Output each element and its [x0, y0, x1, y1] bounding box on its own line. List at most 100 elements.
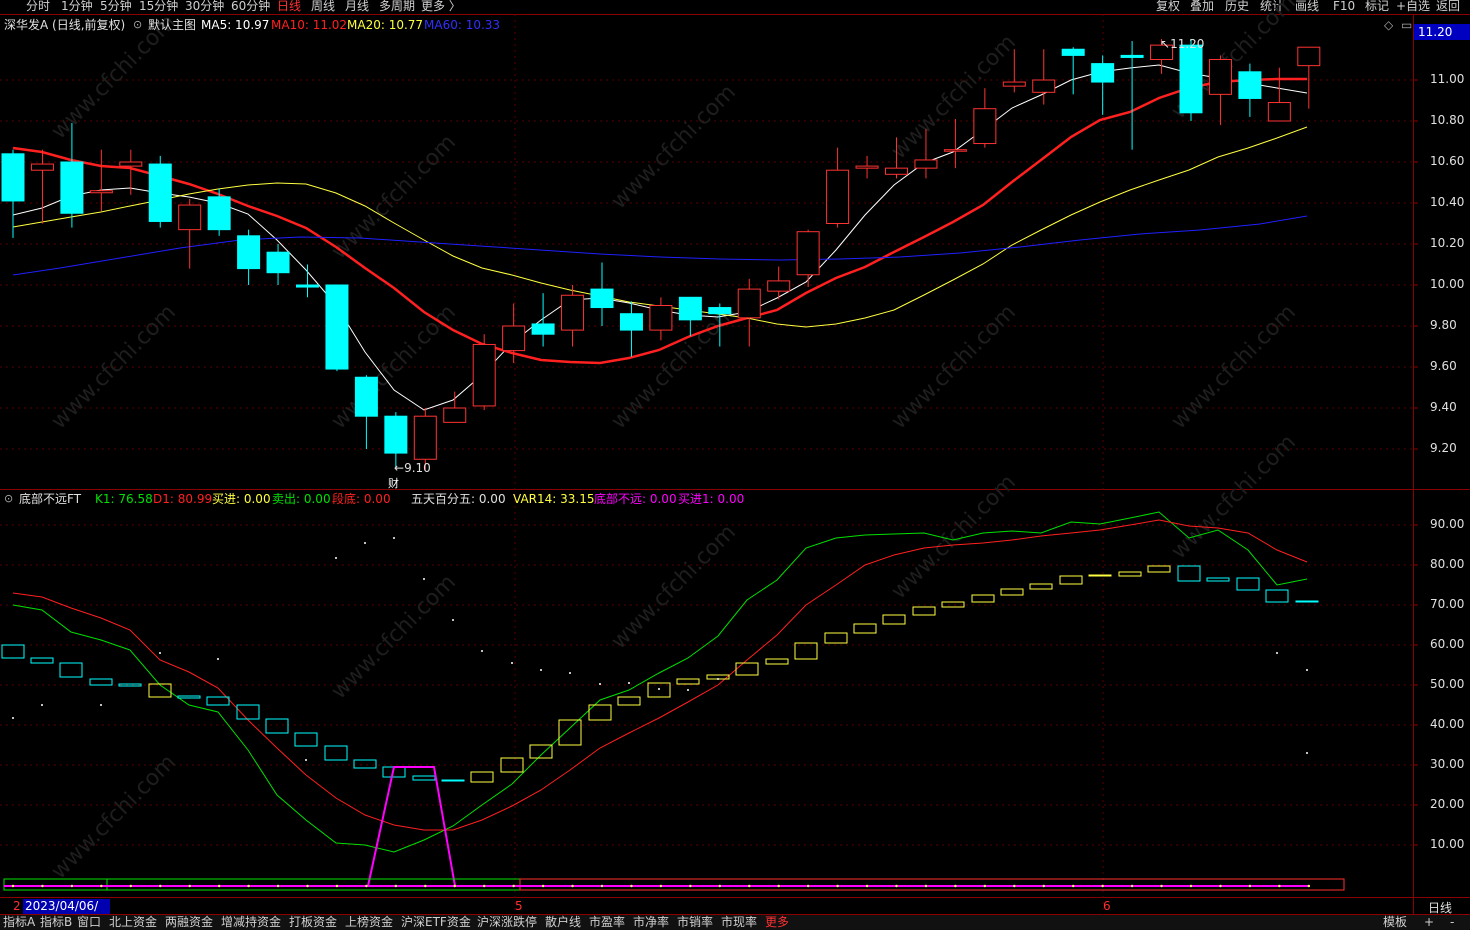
- current-price-tag: 11.20: [1414, 24, 1470, 40]
- indicator-y-tick-label: 30.00: [1430, 757, 1465, 771]
- signal-dot: [483, 884, 486, 888]
- tab-holding-change[interactable]: 增减持资金: [221, 915, 281, 930]
- signal-dot: [41, 884, 44, 888]
- signal-dot: [895, 884, 898, 888]
- main-y-tick-label: 11.00: [1430, 72, 1465, 86]
- indicator-y-tick-label: 70.00: [1430, 597, 1465, 611]
- signal-dot: [1278, 884, 1281, 888]
- indicator-name[interactable]: 底部不远FT: [19, 490, 81, 508]
- var14-box: [470, 771, 494, 783]
- var14-box: [882, 614, 906, 625]
- signal-dot: [424, 884, 427, 888]
- main-y-tick-label: 10.60: [1430, 154, 1465, 168]
- tab-northbound[interactable]: 北上资金: [109, 915, 157, 930]
- tab-window[interactable]: 窗口: [77, 915, 101, 930]
- var14-box: [529, 744, 553, 759]
- tab-pcf[interactable]: 市现率: [721, 915, 757, 930]
- tab-indicator-a[interactable]: 指标A: [3, 915, 35, 930]
- candle-body-down: [531, 323, 555, 335]
- signal-dot: [11, 884, 15, 888]
- period-label[interactable]: 日线: [1428, 899, 1452, 916]
- signal-dot: [600, 884, 604, 888]
- candle-body-up: [796, 231, 820, 276]
- template-dropdown-icon[interactable]: ⊙: [133, 16, 142, 34]
- var14-box: [1059, 575, 1083, 585]
- indicator-dot: [1276, 652, 1278, 654]
- tab-indicator-b[interactable]: 指标B: [40, 915, 72, 930]
- var14-box: [206, 696, 230, 706]
- bottom-value: 段底: 0.00: [332, 492, 391, 506]
- high-annotation-value: 11.20: [1170, 37, 1205, 51]
- candle-body-down: [1061, 48, 1085, 56]
- candle-body-up: [119, 161, 143, 167]
- tab-margin[interactable]: 两融资金: [165, 915, 213, 930]
- panel-close-icon[interactable]: ▭: [1401, 18, 1412, 32]
- x-axis-month-5: 5: [515, 899, 523, 913]
- tab-more[interactable]: 更多: [765, 915, 789, 930]
- watermark-layer: www.cfchi.comwww.cfchi.com www.cfchi.com w…: [47, 0, 1301, 884]
- signal-dot: [1130, 884, 1134, 888]
- signal-dot: [306, 884, 309, 888]
- indicator-dot: [12, 717, 14, 719]
- tab-etf-fund[interactable]: 沪深ETF资金: [401, 915, 471, 930]
- signal-band-red: [519, 878, 1345, 891]
- signal-dot: [1189, 884, 1193, 888]
- var14-box: [617, 696, 641, 706]
- candle-body-down: [708, 307, 732, 315]
- bottom-tabbar: 指标A 指标B 窗口 北上资金 两融资金 增减持资金 打板资金 上榜资金 沪深E…: [0, 915, 1470, 930]
- candle-body-down: [590, 288, 614, 309]
- main-y-tick-label: 9.60: [1430, 359, 1457, 373]
- date-cursor-tag: 2023/04/06/四: [23, 899, 110, 928]
- candle-body-down: [266, 251, 290, 274]
- indicator-y-tick-label: 60.00: [1430, 637, 1465, 651]
- tab-ps[interactable]: 市销率: [677, 915, 713, 930]
- var14-box: [1295, 600, 1319, 603]
- signal-dot: [1101, 884, 1104, 888]
- candle-body-up: [914, 159, 938, 169]
- buy-value: 买进: 0.00: [212, 492, 271, 506]
- tab-limit-up-fund[interactable]: 打板资金: [289, 915, 337, 930]
- tab-pe[interactable]: 市盈率: [589, 915, 625, 930]
- candle-body-up: [855, 165, 879, 169]
- kline-chart[interactable]: www.cfchi.comwww.cfchi.com www.cfchi.com w…: [0, 0, 1470, 930]
- settings-diamond-icon[interactable]: ◇: [1384, 18, 1393, 32]
- template-button[interactable]: 模板: [1383, 915, 1407, 930]
- candle-body-down: [325, 284, 349, 370]
- tab-limit-stats[interactable]: 沪深涨跌停: [477, 915, 537, 930]
- zoom-in-button[interactable]: +: [1424, 915, 1434, 930]
- candle-body-up: [649, 305, 673, 331]
- signal-dot: [689, 884, 692, 888]
- low-annotation: ←9.10: [394, 461, 431, 475]
- tab-list-fund[interactable]: 上榜资金: [345, 915, 393, 930]
- low-annotation-value: 9.10: [404, 461, 431, 475]
- indicator-dot: [305, 759, 307, 761]
- tab-retail-line[interactable]: 散户线: [545, 915, 581, 930]
- var14-box: [1088, 574, 1112, 577]
- buy1-value: 买进1: 0.00: [678, 492, 745, 506]
- indicator-dot: [1306, 669, 1308, 671]
- candlestick-series: [1, 39, 1321, 470]
- d1-value: D1: 80.99: [153, 492, 213, 506]
- signal-band-green: [106, 878, 521, 891]
- signal-dot: [1248, 884, 1252, 888]
- signal-dot: [159, 884, 162, 888]
- signal-dot: [247, 884, 250, 888]
- candle-body-down: [1179, 44, 1203, 114]
- tab-pb[interactable]: 市净率: [633, 915, 669, 930]
- finance-marker[interactable]: 财: [388, 475, 399, 491]
- var14-box: [1118, 571, 1142, 577]
- indicator-y-tick-label: 10.00: [1430, 837, 1465, 851]
- signal-dot: [217, 884, 221, 888]
- candle-body-down: [148, 163, 172, 222]
- signal-dot: [865, 884, 869, 888]
- zoom-out-button[interactable]: -: [1450, 915, 1454, 930]
- signal-dot: [954, 884, 957, 888]
- indicator-dot: [423, 578, 425, 580]
- watermark-text: www.cfchi.com: [1167, 300, 1301, 434]
- indicator-dropdown-icon[interactable]: ⊙: [4, 490, 13, 508]
- var14-box: [1147, 565, 1171, 573]
- template-name[interactable]: 默认主图: [148, 16, 196, 34]
- x-axis-start-label: 2: [13, 899, 21, 913]
- signal-dot: [1013, 884, 1016, 888]
- stock-title[interactable]: 深华发A (日线,前复权): [4, 16, 125, 34]
